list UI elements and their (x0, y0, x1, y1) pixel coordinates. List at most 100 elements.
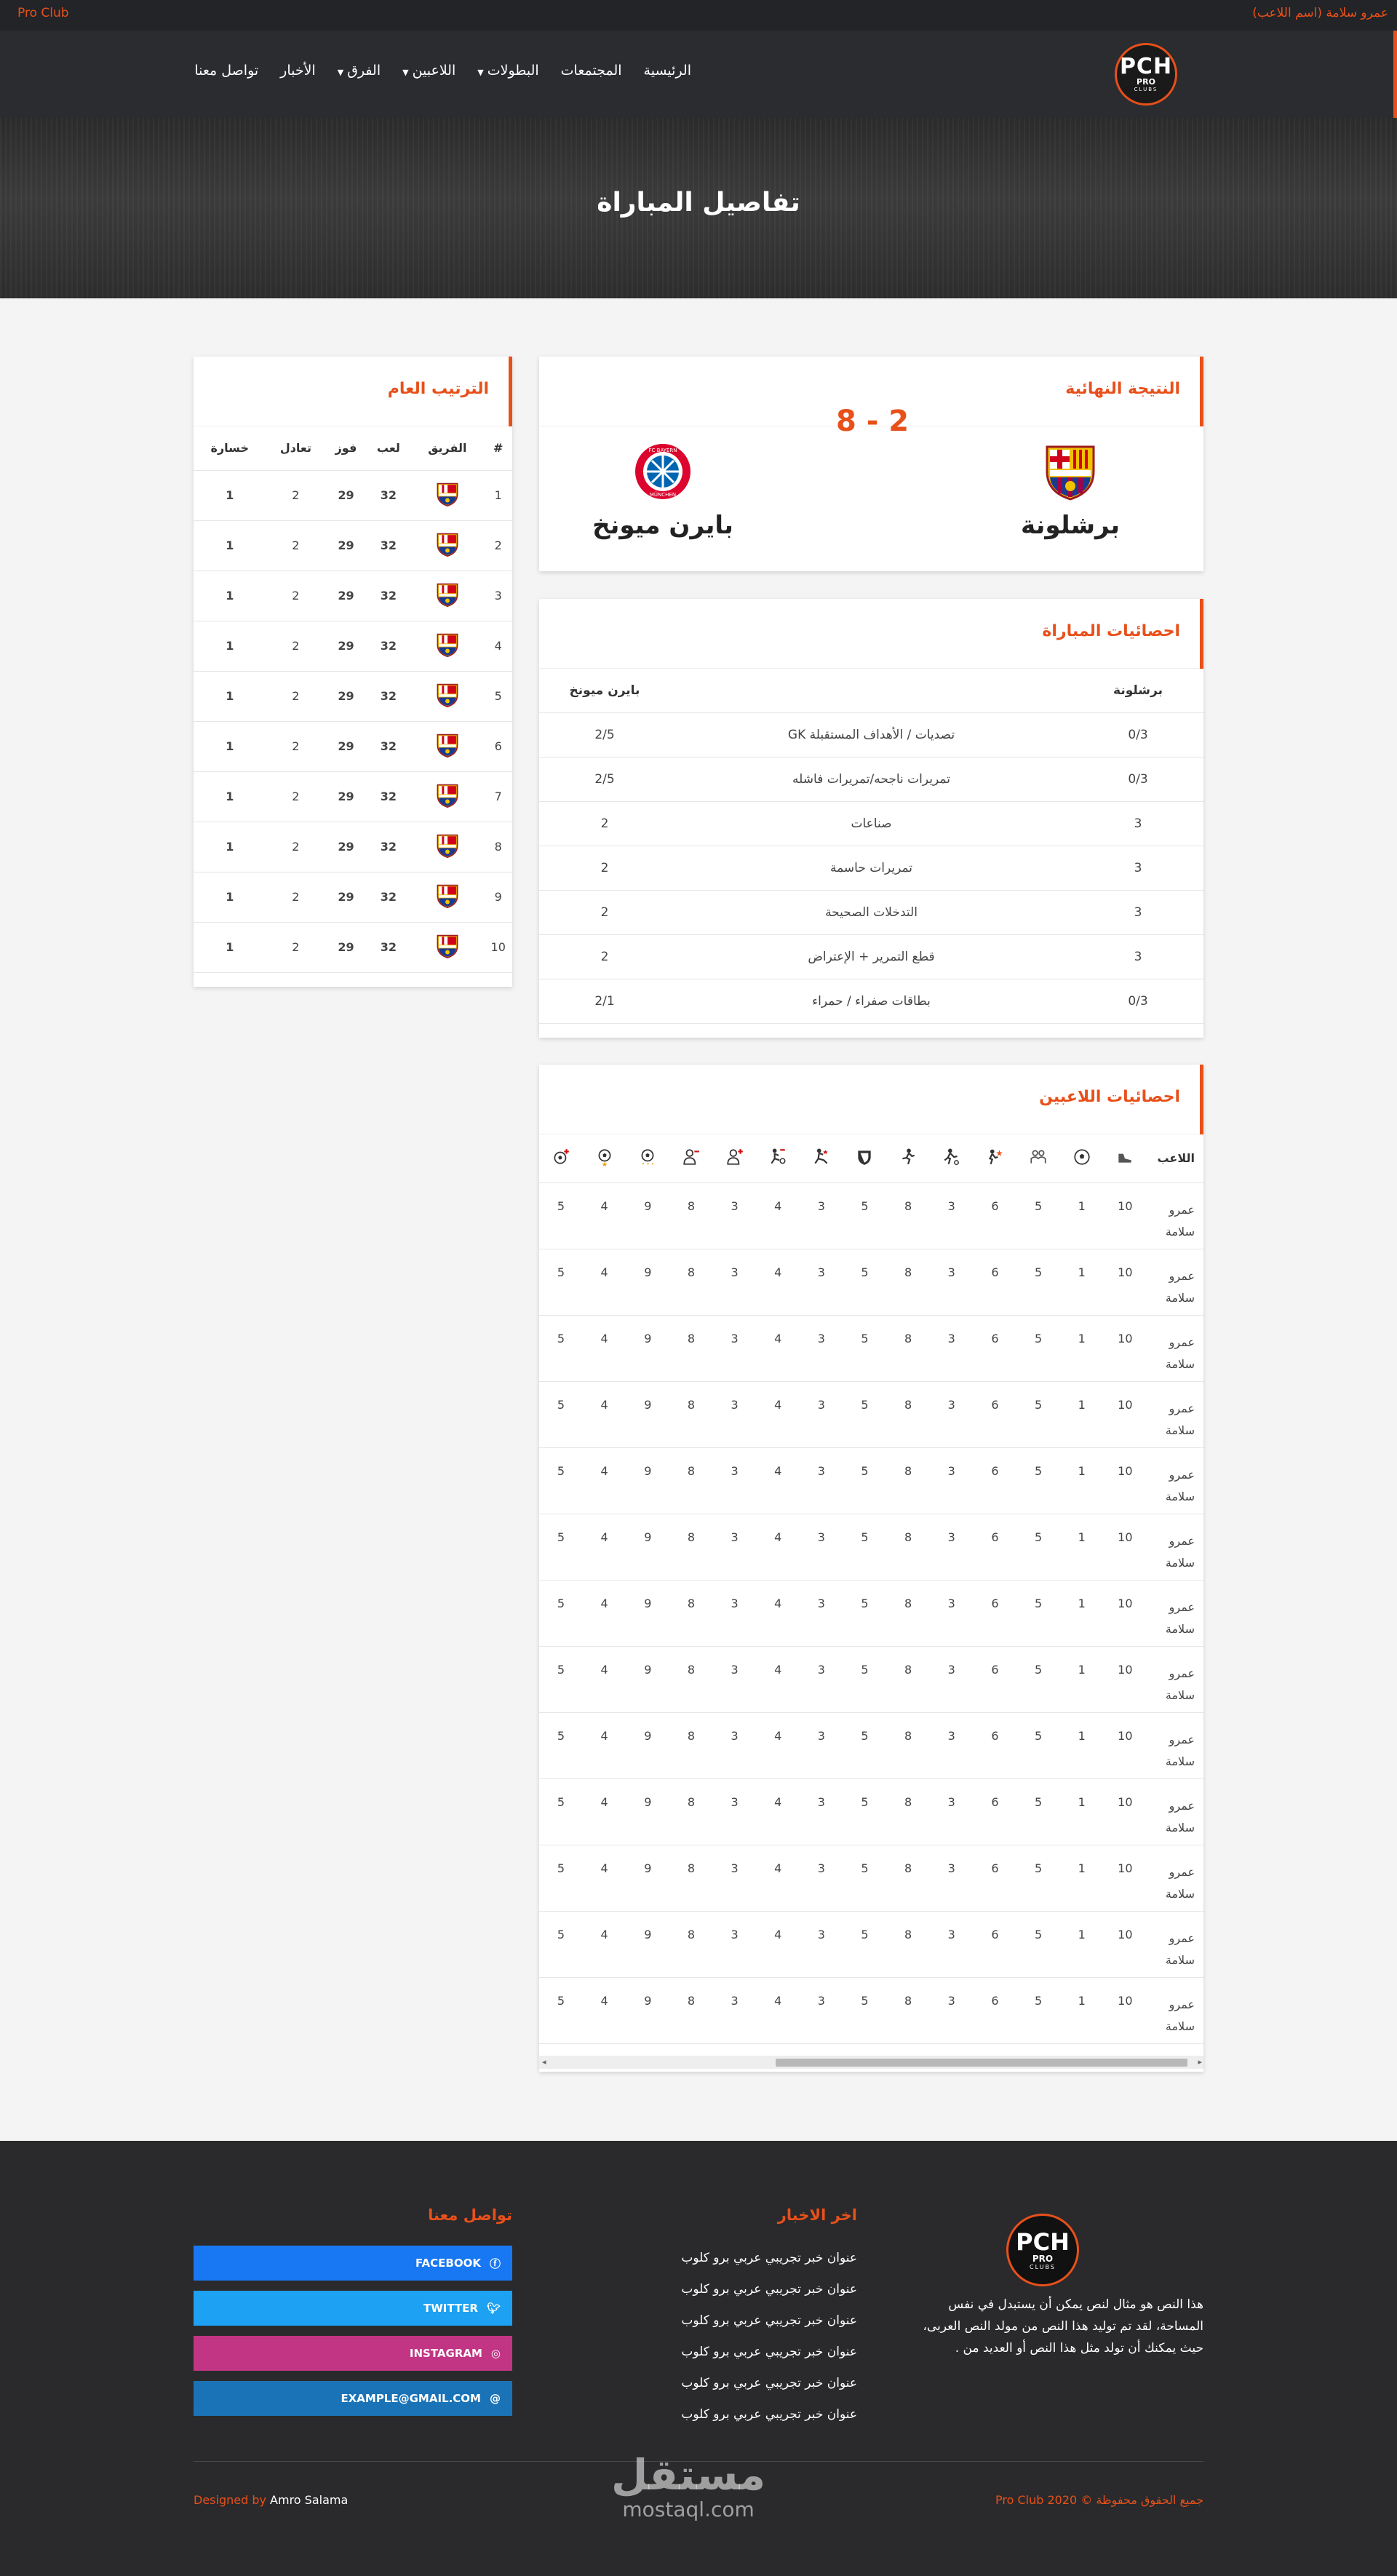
site-logo[interactable]: PCH PRO CLUBS (1115, 43, 1177, 106)
match-stats-card: احصائيات المباراة بايرن ميونخ برشلونة 2/… (539, 599, 1203, 1038)
player-name[interactable]: عمرو سلامة (1147, 1381, 1203, 1448)
player-stat-value: 8 (886, 1249, 930, 1316)
stat-column-header (712, 1134, 757, 1183)
standings-row[interactable]: 10 32 29 2 1 (194, 922, 512, 973)
player-name[interactable]: عمرو سلامة (1147, 1778, 1203, 1845)
player-stat-value: 4 (582, 1249, 626, 1316)
user-name-link[interactable]: عمرو سلامة (اسم اللاعب) (1252, 6, 1388, 20)
email-button[interactable]: @ EXAMPLE@GMAIL.COM (194, 2381, 512, 2416)
nav-item-1[interactable]: المجتمعات (561, 63, 622, 79)
player-name[interactable]: عمرو سلامة (1147, 1646, 1203, 1713)
player-name[interactable]: عمرو سلامة (1147, 1182, 1203, 1249)
player-row[interactable]: عمرو سلامة 10 1 5 6 3 8 5 3 4 3 8 9 4 5 (539, 1182, 1203, 1249)
standings-team[interactable] (410, 922, 485, 973)
standings-rank: 3 (484, 571, 512, 621)
player-row[interactable]: عمرو سلامة 10 1 5 6 3 8 5 3 4 3 8 9 4 5 (539, 1447, 1203, 1514)
nav-item-0[interactable]: الرئيسية (644, 63, 691, 79)
player-row[interactable]: عمرو سلامة 10 1 5 6 3 8 5 3 4 3 8 9 4 5 (539, 1845, 1203, 1912)
standings-team[interactable] (410, 571, 485, 621)
standings-row[interactable]: 9 32 29 2 1 (194, 872, 512, 923)
footer-news-item[interactable]: عنوان خبر تجريبي عربي برو كلوب (681, 2305, 857, 2337)
player-stat-value: 8 (669, 1315, 713, 1382)
player-row[interactable]: عمرو سلامة 10 1 5 6 3 8 5 3 4 3 8 9 4 5 (539, 1315, 1203, 1382)
player-stat-value: 4 (582, 1712, 626, 1779)
stats-home-header: برشلونة (1072, 669, 1203, 713)
player-row[interactable]: عمرو سلامة 10 1 5 6 3 8 5 3 4 3 8 9 4 5 (539, 1580, 1203, 1647)
player-row[interactable]: عمرو سلامة 10 1 5 6 3 8 5 3 4 3 8 9 4 5 (539, 1977, 1203, 2044)
player-row[interactable]: عمرو سلامة 10 1 5 6 3 8 5 3 4 3 8 9 4 5 (539, 1381, 1203, 1448)
player-row[interactable]: عمرو سلامة 10 1 5 6 3 8 5 3 4 3 8 9 4 5 (539, 1646, 1203, 1713)
player-stats-card: احصائيات اللاعبين اللاعب عمرو سلامة 10 1 5 6… (539, 1065, 1203, 2072)
player-row[interactable]: عمرو سلامة 10 1 5 6 3 8 5 3 4 3 8 9 4 5 (539, 1911, 1203, 1978)
player-row[interactable]: عمرو سلامة 10 1 5 6 3 8 5 3 4 3 8 9 4 5 (539, 1514, 1203, 1581)
player-name[interactable]: عمرو سلامة (1147, 1712, 1203, 1779)
standings-team[interactable] (410, 721, 485, 772)
scroll-right-arrow-icon[interactable]: ▸ (1198, 2057, 1202, 2067)
player-stat-value: 3 (800, 1580, 843, 1647)
player-stat-value: 8 (886, 1845, 930, 1912)
footer-news-item[interactable]: عنوان خبر تجريبي عربي برو كلوب (681, 2243, 857, 2274)
standings-draw: 2 (266, 771, 326, 822)
player-stat-value: 6 (973, 1911, 1017, 1978)
player-stat-value: 3 (929, 1249, 974, 1316)
footer-news-item[interactable]: عنوان خبر تجريبي عربي برو كلوب (681, 2274, 857, 2305)
player-stat-value: 5 (1016, 1845, 1060, 1912)
away-team[interactable]: FC BAYERN MÜNCHEN بايرن ميونخ (583, 442, 743, 540)
facebook-button[interactable]: ⓕ FACEBOOK (194, 2246, 512, 2281)
player-name[interactable]: عمرو سلامة (1147, 1911, 1203, 1978)
nav-item-5[interactable]: الأخبار (280, 63, 316, 79)
standings-row[interactable]: 8 32 29 2 1 (194, 822, 512, 872)
standings-team[interactable] (410, 520, 485, 571)
home-team-name: برشلونة (1021, 511, 1120, 540)
footer-news-item[interactable]: عنوان خبر تجريبي عربي برو كلوب (681, 2399, 857, 2430)
nav-item-2[interactable]: البطولات▼ (477, 63, 538, 79)
player-stat-value: 3 (712, 1977, 757, 2044)
player-name[interactable]: عمرو سلامة (1147, 1977, 1203, 2044)
nav-item-3[interactable]: اللاعبين▼ (402, 63, 455, 79)
card-header: احصائيات المباراة (539, 599, 1203, 669)
player-row[interactable]: عمرو سلامة 10 1 5 6 3 8 5 3 4 3 8 9 4 5 (539, 1249, 1203, 1316)
footer-news-item[interactable]: عنوان خبر تجريبي عربي برو كلوب (681, 2368, 857, 2399)
player-row[interactable]: عمرو سلامة 10 1 5 6 3 8 5 3 4 3 8 9 4 5 (539, 1778, 1203, 1845)
standings-row[interactable]: 2 32 29 2 1 (194, 520, 512, 571)
horizontal-scrollbar[interactable]: ◂ ▸ (539, 2056, 1203, 2069)
player-row[interactable]: عمرو سلامة 10 1 5 6 3 8 5 3 4 3 8 9 4 5 (539, 1712, 1203, 1779)
player-name[interactable]: عمرو سلامة (1147, 1580, 1203, 1647)
stats-label-header (670, 669, 1072, 713)
standings-row[interactable]: 1 32 29 2 1 (194, 470, 512, 521)
standings-team[interactable] (410, 621, 485, 672)
footer-logo[interactable]: PCH PRO CLUBS (1006, 2214, 1079, 2286)
standings-team[interactable] (410, 470, 485, 521)
player-name[interactable]: عمرو سلامة (1147, 1845, 1203, 1912)
standings-row[interactable]: 6 32 29 2 1 (194, 721, 512, 772)
top-bar: عمرو سلامة (اسم اللاعب) Pro Club (0, 0, 1397, 31)
brand-link[interactable]: Pro Club (17, 6, 69, 20)
twitter-button[interactable]: 🐦︎ TWITTER (194, 2291, 512, 2326)
standings-team[interactable] (410, 872, 485, 923)
scroll-left-arrow-icon[interactable]: ◂ (542, 2057, 546, 2067)
player-stat-value: 8 (886, 1514, 930, 1581)
instagram-button[interactable]: ◎ INSTAGRAM (194, 2336, 512, 2371)
player-stat-value: 8 (886, 1712, 930, 1779)
player-stat-value: 5 (539, 1580, 583, 1647)
designer-name[interactable]: Amro Salama (270, 2493, 348, 2507)
nav-item-6[interactable]: تواصل معنا (194, 63, 258, 79)
scrollbar-thumb[interactable] (776, 2059, 1187, 2067)
standings-row[interactable]: 5 32 29 2 1 (194, 671, 512, 722)
player-name[interactable]: عمرو سلامة (1147, 1249, 1203, 1316)
standings-team[interactable] (410, 822, 485, 872)
player-stat-value: 5 (843, 1315, 887, 1382)
nav-item-4[interactable]: الفرق▼ (338, 63, 381, 79)
standings-team[interactable] (410, 771, 485, 822)
player-name[interactable]: عمرو سلامة (1147, 1315, 1203, 1382)
standings-lost: 1 (194, 571, 266, 621)
standings-team[interactable] (410, 671, 485, 722)
standings-row[interactable]: 4 32 29 2 1 (194, 621, 512, 672)
home-team[interactable]: برشلونة (990, 442, 1150, 540)
player-name[interactable]: عمرو سلامة (1147, 1514, 1203, 1581)
standings-row[interactable]: 3 32 29 2 1 (194, 571, 512, 621)
player-name[interactable]: عمرو سلامة (1147, 1447, 1203, 1514)
player-stat-value: 5 (1016, 1580, 1060, 1647)
footer-news-item[interactable]: عنوان خبر تجريبي عربي برو كلوب (681, 2337, 857, 2368)
standings-row[interactable]: 7 32 29 2 1 (194, 771, 512, 822)
